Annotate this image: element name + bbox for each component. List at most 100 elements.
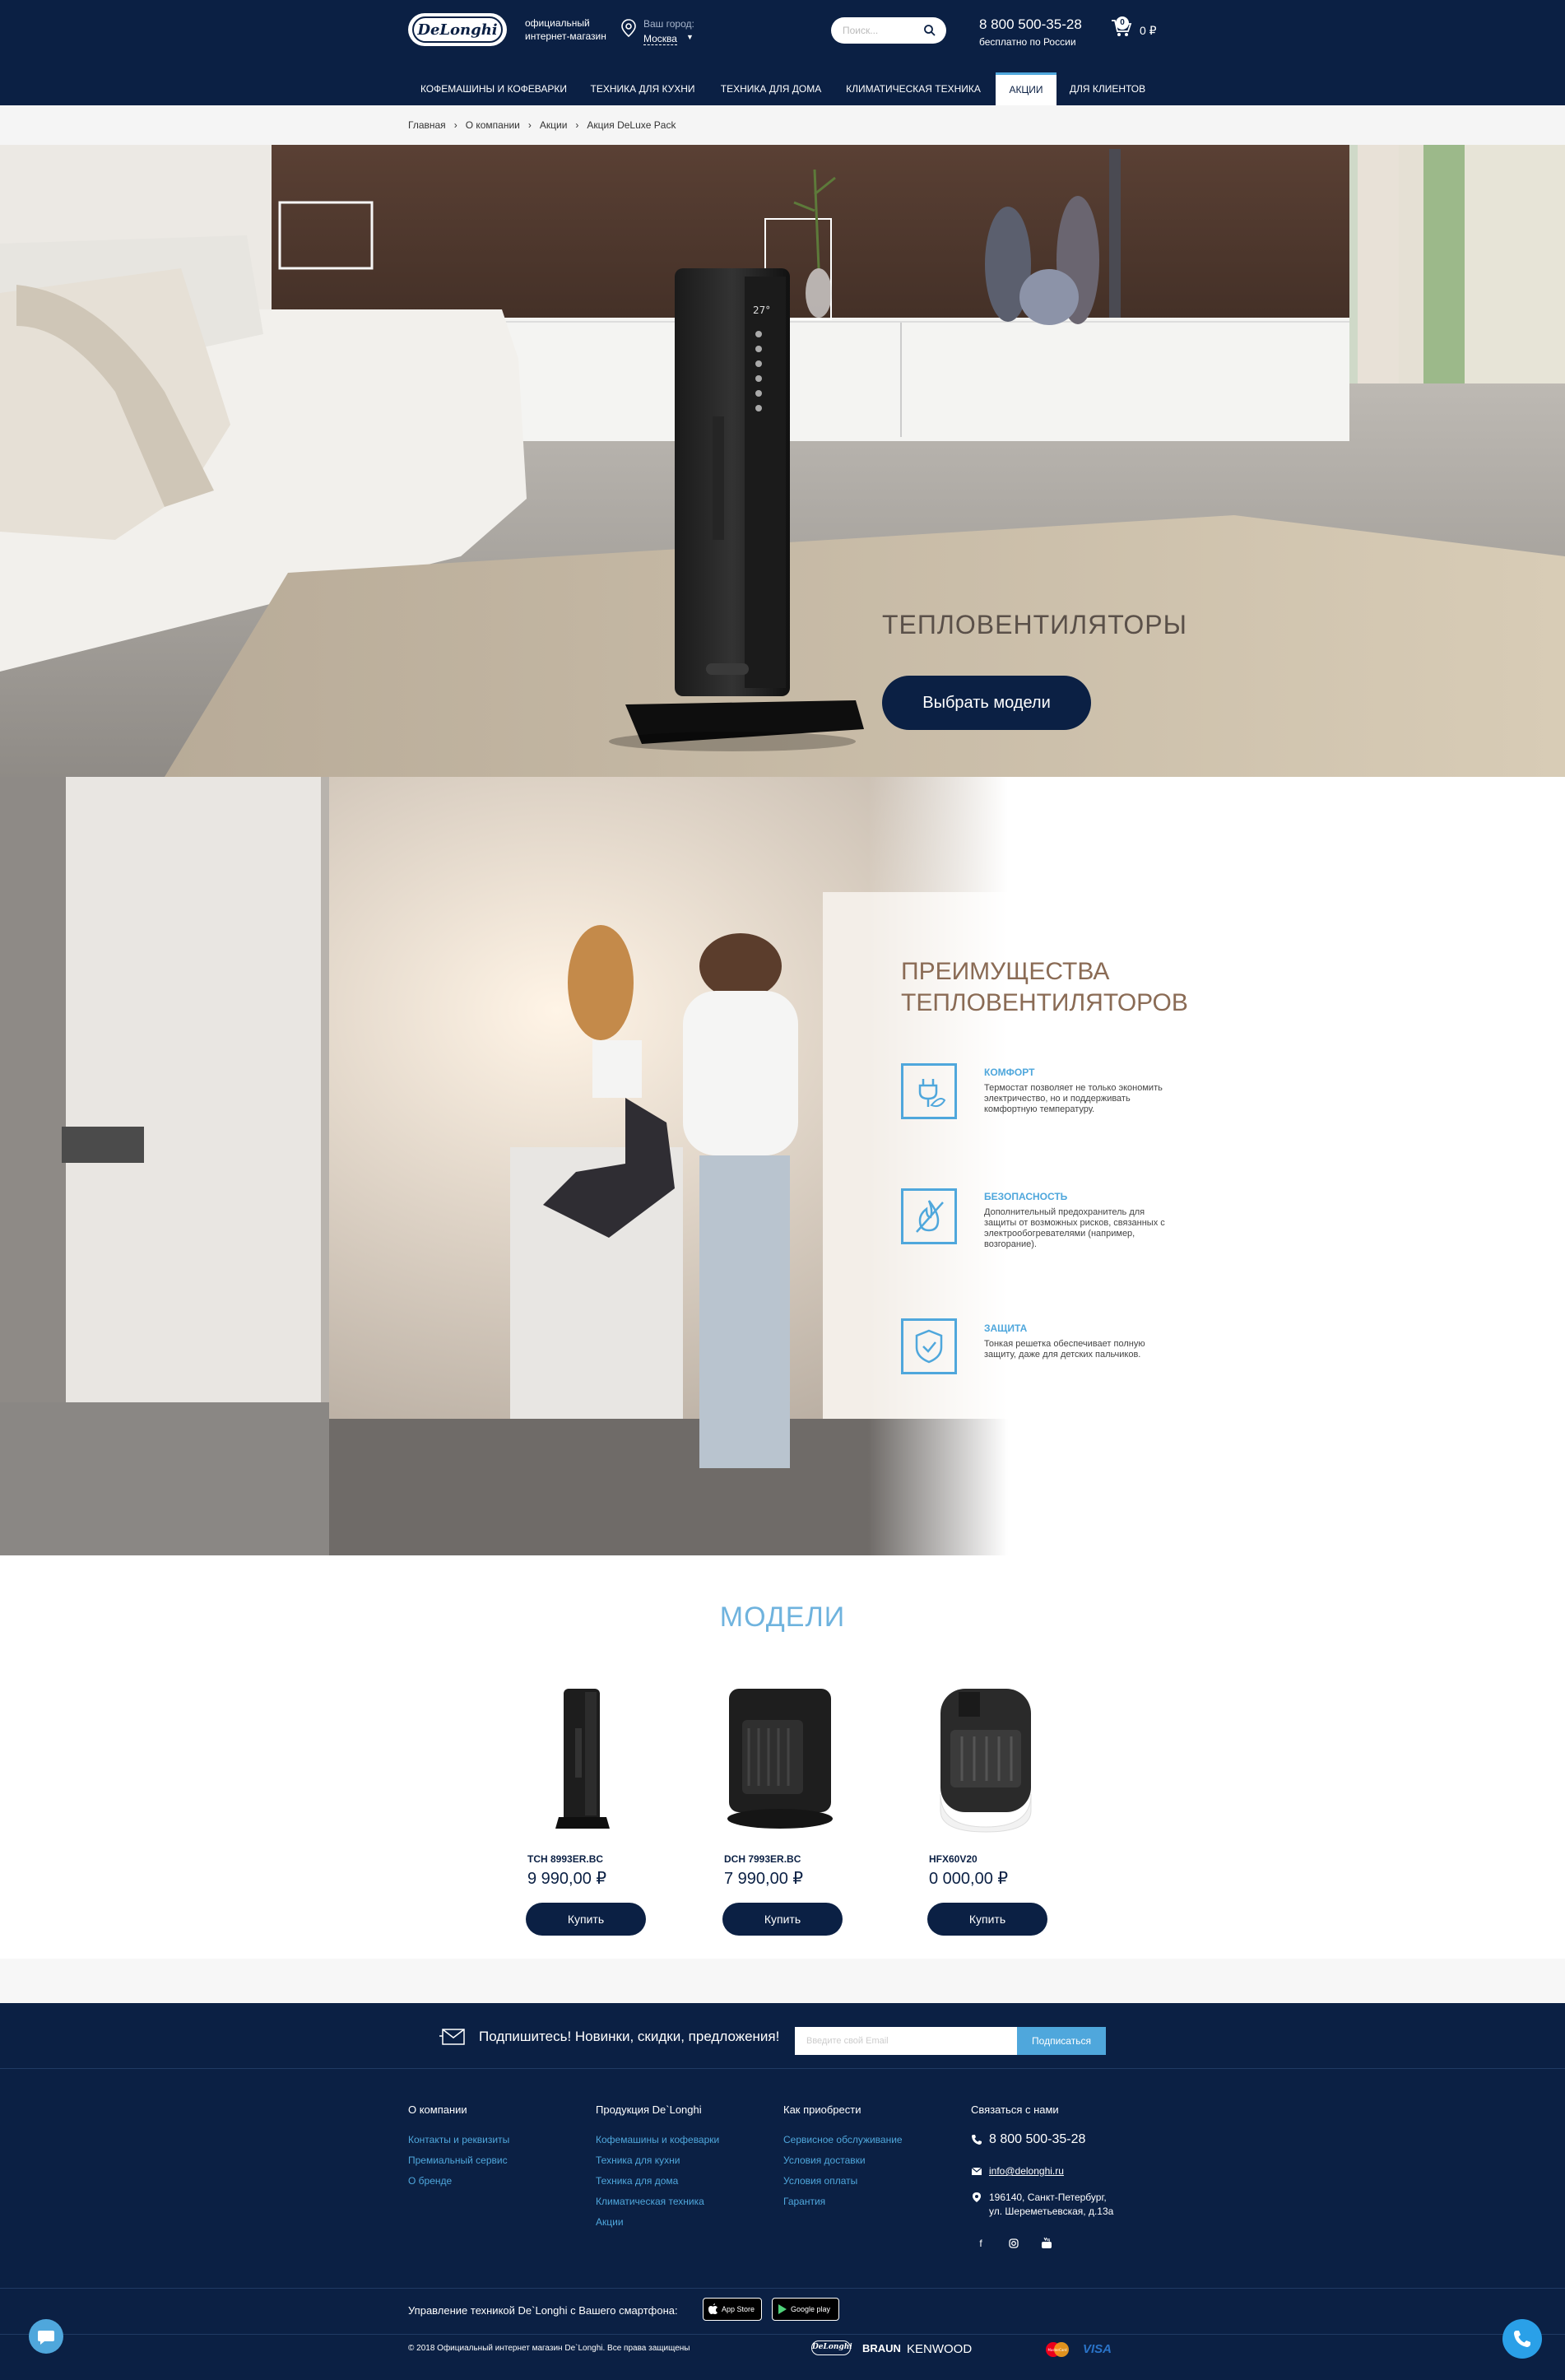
advantage-text-protection: Тонкая решетка обеспечивает полную защит… [984, 1339, 1145, 1360]
search-box [831, 17, 946, 44]
chat-button[interactable] [29, 2319, 63, 2354]
nav-kitchen[interactable]: Техника для кухни [581, 72, 704, 105]
product-price: 0 000,00 ₽ [929, 1870, 1009, 1888]
footer-link[interactable]: Сервисное обслуживание [783, 2134, 903, 2145]
city-selector[interactable]: Москва [643, 33, 677, 45]
product-name[interactable]: TCH 8993ER.BC [527, 1853, 603, 1865]
cart-total[interactable]: 0 ₽ [1140, 24, 1157, 38]
product-price: 9 990,00 ₽ [527, 1870, 607, 1888]
mail-icon [971, 2167, 982, 2175]
footer-link[interactable]: Гарантия [783, 2196, 903, 2207]
instagram-icon[interactable] [1007, 2237, 1020, 2250]
nav-coffee-machines[interactable]: Кофемашины и кофеварки [411, 72, 576, 105]
product-name[interactable]: HFX60V20 [929, 1853, 978, 1865]
buy-button[interactable]: Купить [722, 1903, 843, 1936]
apple-icon [708, 2303, 717, 2314]
nav-promotions[interactable]: Акции [996, 72, 1056, 105]
advantage-title-safety: Безопасность [984, 1191, 1068, 1202]
no-fire-icon [901, 1188, 957, 1244]
city-label: Ваш город: [643, 18, 694, 30]
chevron-right-icon: › [527, 119, 532, 131]
phone-note: бесплатно по России [979, 36, 1076, 48]
advantages-section [0, 777, 1565, 1555]
choose-models-button[interactable]: Выбрать модели [882, 676, 1091, 730]
logo-text: DeLonghi [412, 16, 503, 43]
visa-icon: VISA [1083, 2342, 1112, 2356]
footer-link[interactable]: Климатическая техника [596, 2196, 719, 2207]
app-store-label: App Store [722, 2305, 755, 2313]
breadcrumb-home[interactable]: Главная [408, 119, 446, 131]
product-image-hfx[interactable] [929, 1679, 1069, 1835]
footer-link[interactable]: Акции [596, 2216, 719, 2228]
footer-column-purchase: Как приобрести Сервисное обслуживание Ус… [783, 2103, 903, 2216]
footer-link[interactable]: Техника для дома [596, 2175, 719, 2187]
search-input[interactable] [843, 17, 922, 44]
site-header: DeLonghi официальный интернет-магазин Ва… [0, 0, 1565, 105]
advantages-title-line2: тепловентиляторов [901, 989, 1188, 1016]
breadcrumb-promotions[interactable]: Акции [540, 119, 568, 131]
divider [0, 2288, 1565, 2289]
footer-column-contacts: Связаться с нами [971, 2103, 1059, 2134]
facebook-icon[interactable]: f [974, 2237, 987, 2250]
footer-link[interactable]: Премиальный сервис [408, 2155, 509, 2166]
nav-for-clients[interactable]: Для клиентов [1061, 72, 1154, 105]
footer-column-title: Связаться с нами [971, 2103, 1059, 2116]
advantages-title: Преимущества тепловентиляторов [901, 956, 1188, 1019]
section-divider [0, 1959, 1565, 2003]
address-line-1: 196140, Санкт-Петербург, [989, 2192, 1107, 2203]
breadcrumb-company[interactable]: О компании [466, 119, 520, 131]
buy-button[interactable]: Купить [927, 1903, 1047, 1936]
subscribe-button[interactable]: Подписаться [1017, 2027, 1106, 2055]
product-name[interactable]: DCH 7993ER.BC [724, 1853, 801, 1865]
nav-home[interactable]: Техника для дома [709, 72, 833, 105]
footer-link[interactable]: Кофемашины и кофеварки [596, 2134, 719, 2145]
footer-link[interactable]: О бренде [408, 2175, 509, 2187]
header-phone[interactable]: 8 800 500-35-28 [979, 16, 1082, 33]
store-tagline: официальный интернет-магазин [525, 17, 606, 42]
cart-count-badge: 0 [1116, 16, 1129, 30]
brand-kenwood-logo[interactable]: KENWOOD [907, 2342, 972, 2356]
google-play-label: Google play [791, 2305, 831, 2313]
footer-link[interactable]: Контакты и реквизиты [408, 2134, 509, 2145]
email-field[interactable] [795, 2027, 1017, 2055]
product-price: 7 990,00 ₽ [724, 1870, 804, 1888]
delonghi-logo[interactable]: DeLonghi [408, 13, 507, 46]
footer-column-title: О компании [408, 2103, 467, 2116]
footer-link[interactable]: Техника для кухни [596, 2155, 719, 2166]
search-icon[interactable] [923, 24, 936, 37]
phone-icon [972, 2135, 982, 2145]
phone-icon [1514, 2331, 1530, 2347]
brand-braun-logo[interactable]: BRAUN [862, 2342, 901, 2354]
footer-phone-text[interactable]: 8 800 500-35-28 [989, 2133, 1085, 2146]
product-image-tch[interactable] [527, 1679, 667, 1835]
shield-check-icon [901, 1318, 957, 1374]
breadcrumb-current: Акция DeLuxe Pack [587, 119, 676, 131]
footer-column-title: Продукция De`Longhi [596, 2103, 702, 2116]
footer-email-text[interactable]: info@delonghi.ru [989, 2164, 1064, 2178]
chat-bubble-icon [38, 2331, 54, 2345]
mastercard-icon: MasterCard [1046, 2342, 1069, 2357]
footer-link[interactable]: Условия оплаты [783, 2175, 903, 2187]
advantage-title-protection: Защита [984, 1322, 1028, 1334]
chevron-down-icon[interactable]: ▼ [686, 33, 694, 41]
nav-climate[interactable]: Климатическая техника [839, 72, 987, 105]
plug-leaf-icon [901, 1063, 957, 1119]
envelope-icon [439, 2029, 465, 2045]
google-play-badge[interactable]: Google play [772, 2298, 839, 2321]
app-promo-text: Управление техникой De`Longhi с Вашего с… [408, 2304, 678, 2317]
buy-button[interactable]: Купить [526, 1903, 646, 1936]
divider [0, 2334, 1565, 2335]
footer-link[interactable]: Условия доставки [783, 2155, 903, 2166]
advantage-text-comfort: Термостат позволяет не только экономить … [984, 1083, 1163, 1114]
product-image-dch[interactable] [724, 1679, 864, 1835]
callback-button[interactable] [1502, 2319, 1542, 2359]
app-store-badge[interactable]: App Store [703, 2298, 762, 2321]
youtube-icon[interactable] [1040, 2237, 1053, 2250]
models-title: МОДЕЛИ [719, 1601, 846, 1633]
mastercard-label: MasterCard [1047, 2348, 1066, 2352]
footer-column-products: Продукция De`Longhi Кофемашины и кофевар… [596, 2103, 719, 2237]
site-footer: Подпишитесь! Новинки, скидки, предложени… [0, 2003, 1565, 2380]
brand-delonghi-logo[interactable]: DeLonghi [811, 2340, 852, 2355]
hero-title: ТЕПЛОВЕНТИЛЯТОРЫ [882, 610, 1187, 639]
play-icon [778, 2304, 787, 2314]
